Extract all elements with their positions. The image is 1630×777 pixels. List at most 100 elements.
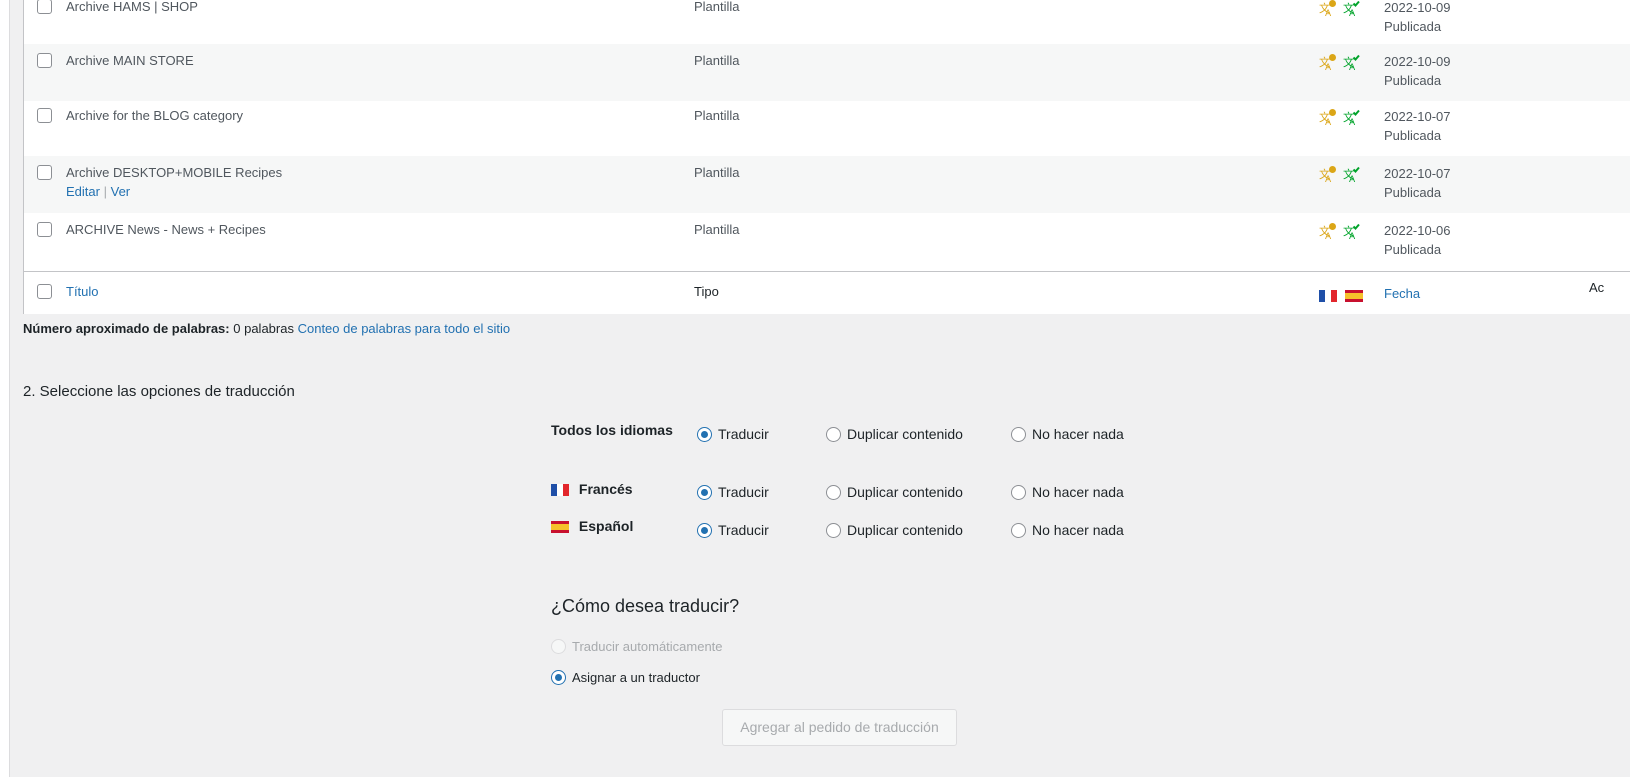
option-label: No hacer nada [1032,484,1124,501]
svg-text:A: A [1349,118,1356,126]
radio-disabled[interactable] [551,639,566,655]
option-label: Duplicar contenido [847,426,963,443]
french-translate-radio[interactable]: Traducir [697,483,769,500]
option-label: Traducir [718,522,769,539]
translate-pending-icon[interactable]: 文A [1319,53,1337,71]
select-all-checkbox[interactable] [37,284,52,299]
radio-selected[interactable] [697,426,712,442]
row-date: 2022-10-07 Publicada [1384,107,1451,145]
row-date: 2022-10-09 Publicada [1384,52,1451,90]
row-checkbox[interactable] [37,53,52,68]
radio-selected[interactable] [697,522,712,538]
row-date: 2022-10-06 Publicada [1384,221,1451,259]
row-date: 2022-10-09 Publicada [1384,0,1451,36]
date-text: 2022-10-06 [1384,223,1451,238]
actions-column-header: Ac [1589,280,1605,295]
status-text: Publicada [1384,73,1442,88]
spanish-duplicate-radio[interactable]: Duplicar contenido [826,521,963,538]
add-to-translation-basket-button[interactable]: Agregar al pedido de traducción [722,709,957,746]
edit-link[interactable]: Editar [66,184,100,199]
row-checkbox[interactable] [37,108,52,123]
actions-separator: | [103,184,107,199]
translate-pending-icon[interactable]: 文A [1319,165,1337,183]
option-label: Duplicar contenido [847,522,963,539]
row-type: Plantilla [694,108,740,123]
translate-done-icon[interactable]: 文A [1343,0,1361,17]
row-title[interactable]: Archive HAMS | SHOP [66,0,198,14]
row-title[interactable]: Archive DESKTOP+MOBILE Recipes [66,165,282,180]
option-label: Asignar a un traductor [572,670,700,686]
site-word-count-link[interactable]: Conteo de palabras para todo el sitio [298,321,510,336]
radio-selected[interactable] [697,484,712,500]
word-count-value: 0 palabras [233,321,294,336]
radio-selected[interactable] [551,670,566,686]
table-footer: Título Tipo Fecha [24,271,1630,314]
all-languages-label: Todos los idiomas [551,422,673,438]
title-column-sort[interactable]: Título [66,284,99,299]
status-text: Publicada [1384,19,1442,34]
svg-text:A: A [1325,175,1332,183]
row-checkbox[interactable] [37,0,52,14]
row-title[interactable]: Archive MAIN STORE [66,53,194,68]
date-text: 2022-10-09 [1384,0,1451,15]
view-link[interactable]: Ver [111,184,131,199]
spanish-translate-radio[interactable]: Traducir [697,521,769,538]
admin-sidebar-edge [0,0,10,777]
table-row: Archive for the BLOG category Plantilla … [24,99,1630,156]
option-label: Duplicar contenido [847,484,963,501]
spanish-flag-icon [1344,289,1363,302]
date-column-sort[interactable]: Fecha [1384,284,1420,303]
row-type: Plantilla [694,165,740,180]
french-flag-icon [1319,289,1337,302]
row-checkbox[interactable] [37,222,52,237]
radio[interactable] [1011,484,1026,500]
svg-text:A: A [1349,232,1356,240]
translate-pending-icon[interactable]: 文A [1319,222,1337,240]
translate-pending-icon[interactable]: 文A [1319,108,1337,126]
date-text: 2022-10-07 [1384,109,1451,124]
row-type: Plantilla [694,53,740,68]
row-title[interactable]: ARCHIVE News - News + Recipes [66,222,266,237]
translate-done-icon[interactable]: 文A [1343,222,1361,240]
svg-text:A: A [1325,9,1332,17]
translation-status: 文A 文A [1319,108,1365,126]
option-label: Traducir [718,426,769,443]
french-duplicate-radio[interactable]: Duplicar contenido [826,483,963,500]
radio[interactable] [826,426,841,442]
row-checkbox[interactable] [37,165,52,180]
spanish-flag-icon [551,521,569,534]
translate-done-icon[interactable]: 文A [1343,53,1361,71]
french-nothing-radio[interactable]: No hacer nada [1011,483,1124,500]
row-actions: Editar | Ver [66,184,130,199]
radio[interactable] [1011,522,1026,538]
radio[interactable] [826,484,841,500]
svg-text:A: A [1325,63,1332,71]
translate-done-icon[interactable]: 文A [1343,165,1361,183]
word-count: Número aproximado de palabras: 0 palabra… [23,321,510,336]
language-name: Francés [578,481,633,497]
all-languages-translate-radio[interactable]: Traducir [697,425,769,442]
option-label: No hacer nada [1032,426,1124,443]
svg-text:A: A [1349,9,1356,17]
row-title[interactable]: Archive for the BLOG category [66,108,243,123]
radio[interactable] [1011,426,1026,442]
assign-translator-radio[interactable]: Asignar a un traductor [551,669,700,686]
row-type: Plantilla [694,222,740,237]
auto-translate-radio[interactable]: Traducir automáticamente [551,638,723,655]
language-name: Español [578,518,634,534]
word-count-label: Número aproximado de palabras: [23,321,230,336]
translation-status: 文A 文A [1319,222,1365,240]
table-row: Archive MAIN STORE Plantilla 文A 文A 2022-… [24,44,1630,101]
translate-pending-icon[interactable]: 文A [1319,0,1337,17]
spanish-nothing-radio[interactable]: No hacer nada [1011,521,1124,538]
how-to-translate-heading: ¿Cómo desea traducir? [551,596,740,616]
radio[interactable] [826,522,841,538]
option-label: Traducir automáticamente [572,639,723,655]
all-languages-nothing-radio[interactable]: No hacer nada [1011,425,1124,442]
translation-status: 文A 文A [1319,53,1365,71]
translate-done-icon[interactable]: 文A [1343,108,1361,126]
option-label: No hacer nada [1032,522,1124,539]
all-languages-duplicate-radio[interactable]: Duplicar contenido [826,425,963,442]
status-text: Publicada [1384,242,1442,257]
row-type: Plantilla [694,0,740,14]
